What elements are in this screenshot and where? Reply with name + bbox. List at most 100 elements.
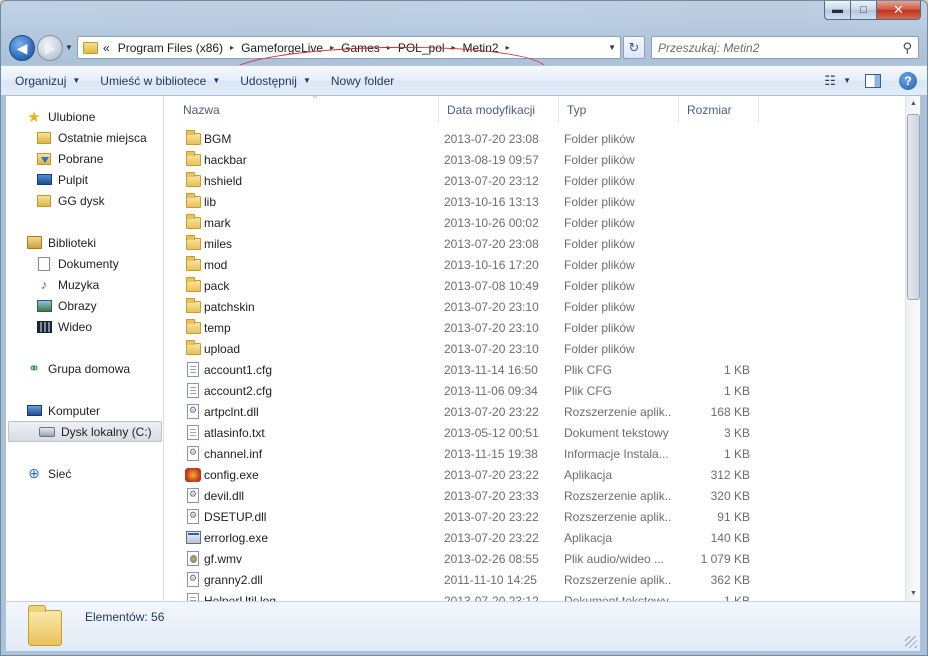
vertical-scrollbar[interactable]: ▲ ▼: [905, 96, 920, 601]
breadcrumb-pol-pol[interactable]: POL_pol ▸: [398, 41, 463, 55]
search-input[interactable]: [658, 40, 888, 55]
breadcrumb-chevron-icon[interactable]: ▸: [506, 43, 510, 52]
file-name[interactable]: HelperUtil.log: [204, 590, 434, 602]
file-name[interactable]: hackbar: [204, 149, 434, 170]
breadcrumb-chevron-icon[interactable]: ▸: [452, 43, 456, 52]
nav-local-disk-c[interactable]: Dysk lokalny (C:): [8, 421, 162, 442]
file-name[interactable]: config.exe: [204, 464, 434, 485]
help-icon[interactable]: ?: [899, 71, 917, 90]
column-header-date[interactable]: Data modyfikacji: [439, 96, 559, 123]
file-name[interactable]: lib: [204, 191, 434, 212]
breadcrumb-label[interactable]: Games: [341, 41, 380, 55]
nav-recent-places[interactable]: Ostatnie miejsca: [6, 127, 164, 148]
file-name[interactable]: BGM: [204, 128, 434, 149]
breadcrumb-label[interactable]: GameforgeLive: [241, 41, 323, 55]
address-overflow-button[interactable]: «: [103, 41, 110, 55]
nav-music[interactable]: ♪ Muzyka: [6, 274, 164, 295]
file-name[interactable]: channel.inf: [204, 443, 434, 464]
file-name[interactable]: hshield: [204, 170, 434, 191]
file-name[interactable]: patchskin: [204, 296, 434, 317]
file-row[interactable]: gf.wmv 2013-02-26 08:55 Plik audio/wideo .…: [165, 548, 905, 569]
view-dropdown-icon[interactable]: ▼: [843, 76, 851, 85]
file-row[interactable]: lib 2013-10-16 13:13 Folder plików: [165, 191, 905, 212]
file-row[interactable]: mod 2013-10-16 17:20 Folder plików: [165, 254, 905, 275]
file-row[interactable]: mark 2013-10-26 00:02 Folder plików: [165, 212, 905, 233]
breadcrumb-metin2[interactable]: Metin2 ▸: [463, 41, 517, 55]
file-row[interactable]: errorlog.exe 2013-07-20 23:22 Aplikacja 140…: [165, 527, 905, 548]
file-row[interactable]: granny2.dll 2011-11-10 14:25 Rozszerzenie …: [165, 569, 905, 590]
breadcrumb-label[interactable]: Program Files (x86): [118, 41, 223, 55]
breadcrumb-games[interactable]: Games ▸: [341, 41, 398, 55]
breadcrumb-label[interactable]: Metin2: [463, 41, 499, 55]
nav-libraries[interactable]: Biblioteki: [6, 232, 164, 253]
search-box[interactable]: ⚲: [651, 36, 919, 59]
file-name[interactable]: mark: [204, 212, 434, 233]
file-row[interactable]: upload 2013-07-20 23:10 Folder plików: [165, 338, 905, 359]
column-header-name[interactable]: Nazwa ^: [175, 96, 439, 123]
recent-pages-dropdown[interactable]: ▼: [65, 43, 73, 52]
share-with-button[interactable]: Udostępnij ▼: [230, 66, 321, 95]
file-row[interactable]: miles 2013-07-20 23:08 Folder plików: [165, 233, 905, 254]
file-row[interactable]: artpclnt.dll 2013-07-20 23:22 Rozszerzenie…: [165, 401, 905, 422]
breadcrumb-chevron-icon[interactable]: ▸: [230, 43, 234, 52]
breadcrumb-gameforgelive[interactable]: GameforgeLive ▸: [241, 41, 341, 55]
file-name[interactable]: miles: [204, 233, 434, 254]
file-name[interactable]: artpclnt.dll: [204, 401, 434, 422]
file-row[interactable]: atlasinfo.txt 2013-05-12 00:51 Dokument te…: [165, 422, 905, 443]
column-header-size[interactable]: Rozmiar: [679, 96, 759, 123]
file-name[interactable]: pack: [204, 275, 434, 296]
scroll-down-button[interactable]: ▼: [906, 586, 921, 601]
breadcrumb-chevron-icon[interactable]: ▸: [330, 43, 334, 52]
file-name[interactable]: upload: [204, 338, 434, 359]
organize-menu-button[interactable]: Organizuj ▼: [1, 66, 90, 95]
file-row[interactable]: devil.dll 2013-07-20 23:33 Rozszerzenie ap…: [165, 485, 905, 506]
file-row[interactable]: patchskin 2013-07-20 23:10 Folder plików: [165, 296, 905, 317]
breadcrumb-program-files[interactable]: Program Files (x86) ▸: [118, 41, 241, 55]
file-name[interactable]: errorlog.exe: [204, 527, 434, 548]
column-header-type[interactable]: Typ: [559, 96, 679, 123]
resize-grip[interactable]: [905, 636, 917, 648]
file-name[interactable]: atlasinfo.txt: [204, 422, 434, 443]
nav-gg-drive[interactable]: GG dysk: [6, 190, 164, 211]
nav-downloads[interactable]: Pobrane: [6, 148, 164, 169]
new-folder-button[interactable]: Nowy folder: [321, 66, 404, 95]
address-history-dropdown[interactable]: ▼: [608, 43, 616, 52]
file-name[interactable]: DSETUP.dll: [204, 506, 434, 527]
forward-button[interactable]: ▶: [37, 35, 63, 61]
breadcrumb-chevron-icon[interactable]: ▸: [387, 43, 391, 52]
nav-favorites[interactable]: ★ Ulubione: [6, 106, 164, 127]
nav-homegroup[interactable]: ⚭ Grupa domowa: [6, 358, 164, 379]
breadcrumb-label[interactable]: POL_pol: [398, 41, 445, 55]
file-row[interactable]: pack 2013-07-08 10:49 Folder plików: [165, 275, 905, 296]
file-name[interactable]: granny2.dll: [204, 569, 434, 590]
scrollbar-thumb[interactable]: [907, 114, 920, 300]
file-row[interactable]: hackbar 2013-08-19 09:57 Folder plików: [165, 149, 905, 170]
file-row[interactable]: BGM 2013-07-20 23:08 Folder plików: [165, 128, 905, 149]
nav-documents[interactable]: Dokumenty: [6, 253, 164, 274]
file-name[interactable]: mod: [204, 254, 434, 275]
file-row[interactable]: config.exe 2013-07-20 23:22 Aplikacja 312 K…: [165, 464, 905, 485]
address-bar[interactable]: « Program Files (x86) ▸ GameforgeLive ▸ …: [77, 36, 621, 59]
file-name[interactable]: devil.dll: [204, 485, 434, 506]
search-icon[interactable]: ⚲: [902, 40, 912, 56]
preview-pane-icon[interactable]: [865, 73, 881, 88]
file-name[interactable]: account2.cfg: [204, 380, 434, 401]
refresh-button[interactable]: ↻: [623, 36, 645, 59]
file-row[interactable]: hshield 2013-07-20 23:12 Folder plików: [165, 170, 905, 191]
view-options-icon[interactable]: ☷: [817, 70, 843, 92]
maximize-button[interactable]: □: [851, 1, 877, 20]
nav-videos[interactable]: Wideo: [6, 316, 164, 337]
file-name[interactable]: account1.cfg: [204, 359, 434, 380]
nav-computer[interactable]: Komputer: [6, 400, 164, 421]
back-button[interactable]: ◀: [9, 35, 35, 61]
file-row[interactable]: temp 2013-07-20 23:10 Folder plików: [165, 317, 905, 338]
nav-desktop[interactable]: Pulpit: [6, 169, 164, 190]
nav-pictures[interactable]: Obrazy: [6, 295, 164, 316]
file-row[interactable]: channel.inf 2013-11-15 19:38 Informacje In…: [165, 443, 905, 464]
scroll-up-button[interactable]: ▲: [906, 96, 921, 111]
nav-network[interactable]: ⊕ Sieć: [6, 463, 164, 484]
include-in-library-button[interactable]: Umieść w bibliotece ▼: [90, 66, 230, 95]
file-row[interactable]: account1.cfg 2013-11-14 16:50 Plik CFG 1 KB: [165, 359, 905, 380]
close-button[interactable]: ✕: [877, 1, 921, 20]
file-row[interactable]: account2.cfg 2013-11-06 09:34 Plik CFG 1 KB: [165, 380, 905, 401]
